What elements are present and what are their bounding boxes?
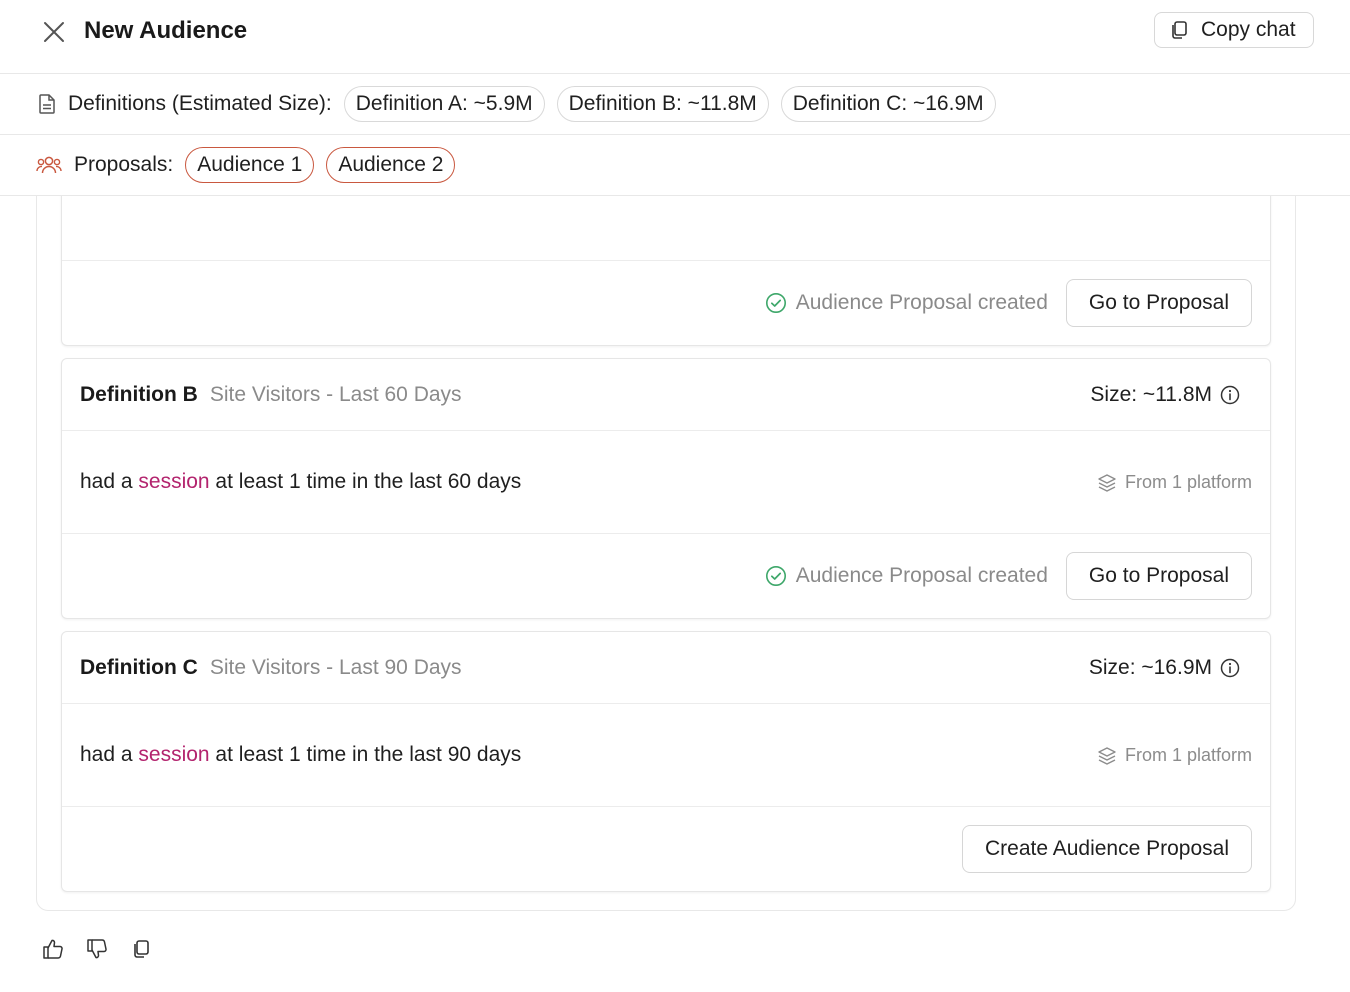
rule-suffix: at least 1 time in the last 60 days: [209, 470, 522, 493]
proposal-status-text: Audience Proposal created: [795, 564, 1048, 587]
create-audience-proposal-button[interactable]: Create Audience Proposal: [962, 825, 1252, 873]
proposal-chip-audience-1[interactable]: Audience 1: [185, 147, 315, 183]
proposal-chip-audience-2[interactable]: Audience 2: [326, 147, 456, 183]
thumbs-down-button[interactable]: [86, 938, 108, 960]
card-a-body: [62, 196, 1270, 261]
proposals-label: Proposals:: [74, 153, 174, 176]
definition-chip-b[interactable]: Definition B: ~11.8M: [556, 86, 769, 122]
definition-card-b: Definition B Site Visitors - Last 60 Day…: [61, 358, 1271, 619]
card-footer: Create Audience Proposal: [62, 807, 1270, 891]
close-icon: [44, 22, 64, 42]
definition-subtitle: Site Visitors - Last 90 Days: [209, 655, 462, 679]
thumbs-up-button[interactable]: [42, 938, 64, 960]
proposal-status-text: Audience Proposal created: [795, 291, 1048, 314]
rule-suffix: at least 1 time in the last 90 days: [209, 743, 522, 766]
card-header: Definition B Site Visitors - Last 60 Day…: [62, 359, 1270, 431]
top-bar: New Audience Copy chat: [0, 0, 1350, 74]
info-icon[interactable]: [1220, 658, 1240, 678]
chat-content[interactable]: Audience Proposal created Go to Proposal…: [0, 196, 1350, 992]
copy-chat-label: Copy chat: [1201, 18, 1296, 41]
message-feedback: [42, 938, 152, 960]
rule-prefix: had a: [80, 743, 139, 766]
card-header: Definition C Site Visitors - Last 90 Day…: [62, 632, 1270, 704]
copy-chat-button[interactable]: Copy chat: [1154, 12, 1314, 48]
proposals-bar: Proposals: Audience 1 Audience 2: [0, 135, 1350, 196]
rule-keyword: session: [138, 743, 210, 766]
platform-text: From 1 platform: [1124, 745, 1252, 765]
definition-rule: had a session at least 1 time in the las…: [62, 704, 1270, 807]
proposal-status: Audience Proposal created: [765, 564, 1048, 588]
definition-card-c: Definition C Site Visitors - Last 90 Day…: [61, 631, 1271, 892]
thumbs-up-icon: [43, 939, 63, 959]
definition-chip-c[interactable]: Definition C: ~16.9M: [780, 86, 996, 122]
go-to-proposal-button[interactable]: Go to Proposal: [1065, 279, 1252, 327]
definitions-label: Definitions (Estimated Size):: [68, 92, 332, 115]
copy-icon: [1172, 21, 1187, 39]
definition-name: Definition B: [80, 382, 198, 406]
card-a-footer: Audience Proposal created Go to Proposal: [62, 261, 1270, 345]
definition-size: Size: ~11.8M: [1090, 359, 1240, 431]
platform-source: From 1 platform: [1097, 431, 1252, 534]
layers-icon: [1098, 473, 1116, 492]
definition-name: Definition C: [80, 655, 198, 679]
thumbs-down-icon: [87, 939, 107, 959]
definitions-bar: Definitions (Estimated Size): Definition…: [0, 74, 1350, 135]
definition-size: Size: ~16.9M: [1089, 632, 1240, 704]
definition-chip-a[interactable]: Definition A: ~5.9M: [343, 86, 545, 122]
check-circle-icon: [765, 293, 786, 313]
page-title: New Audience: [84, 17, 248, 44]
definition-subtitle: Site Visitors - Last 60 Days: [209, 382, 462, 406]
users-icon: [36, 156, 62, 174]
info-icon[interactable]: [1220, 385, 1240, 405]
layers-icon: [1098, 746, 1116, 765]
rule-prefix: had a: [80, 470, 139, 493]
size-value: Size: ~11.8M: [1090, 383, 1212, 406]
copy-message-button[interactable]: [130, 938, 152, 960]
document-icon: [39, 94, 55, 114]
close-button[interactable]: [36, 14, 72, 50]
definition-card-a: Audience Proposal created Go to Proposal: [61, 196, 1271, 346]
rule-keyword: session: [138, 470, 210, 493]
definition-rule: had a session at least 1 time in the las…: [62, 431, 1270, 534]
proposal-status: Audience Proposal created: [765, 291, 1048, 315]
platform-source: From 1 platform: [1097, 704, 1252, 807]
size-value: Size: ~16.9M: [1088, 656, 1212, 679]
card-footer: Audience Proposal created Go to Proposal: [62, 534, 1270, 618]
check-circle-icon: [765, 566, 786, 586]
copy-icon: [134, 940, 149, 958]
go-to-proposal-button[interactable]: Go to Proposal: [1065, 552, 1252, 600]
platform-text: From 1 platform: [1124, 472, 1252, 492]
